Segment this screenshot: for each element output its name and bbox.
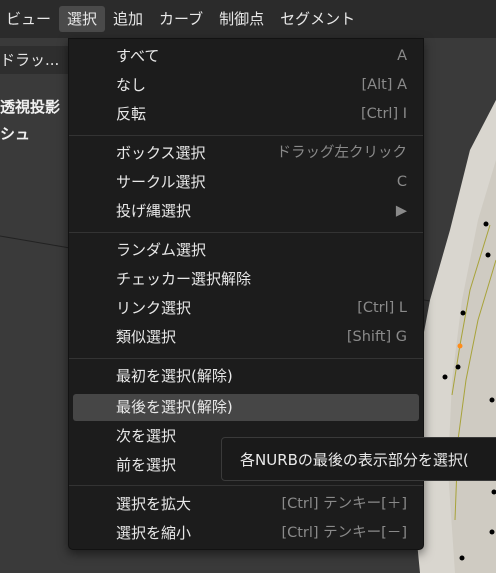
menu-item-label: 前を選択 xyxy=(116,456,177,474)
menu-item-shortcut: [Ctrl] I xyxy=(361,106,407,122)
menu-item-select-last[interactable]: 最後を選択(解除) xyxy=(73,394,419,421)
menu-item-random-select[interactable]: ランダム選択 xyxy=(73,237,419,264)
control-point xyxy=(455,364,461,370)
menu-item-label: 投げ縄選択 xyxy=(116,202,192,220)
menu-item-label: すべて xyxy=(116,47,160,65)
menu-item-invert[interactable]: 反転 [Ctrl] I xyxy=(73,101,419,128)
menu-item-label: 次を選択 xyxy=(116,427,177,445)
menu-item-shortcut: C xyxy=(396,174,407,190)
menu-item-label: ランダム選択 xyxy=(116,241,207,259)
submenu-arrow-icon: ▶ xyxy=(395,203,407,219)
menu-item-select-linked[interactable]: リンク選択 [Ctrl] L xyxy=(73,295,419,322)
menu-item-label: 最後を選択(解除) xyxy=(116,398,233,416)
menu-item-label: なし xyxy=(116,76,147,94)
menu-item-label: 最初を選択(解除) xyxy=(116,367,233,385)
menu-item-label: チェッカー選択解除 xyxy=(116,270,252,288)
menu-item-shortcut: [Ctrl] テンキー[－] xyxy=(281,525,407,541)
viewport-object-label: シュ xyxy=(0,125,31,143)
viewport-perspective-label: 透視投影 xyxy=(0,98,61,116)
control-point xyxy=(483,221,489,227)
menu-item-label: 選択を拡大 xyxy=(116,495,192,513)
menu-control-points[interactable]: 制御点 xyxy=(211,6,272,32)
drag-tool-dropdown[interactable]: ドラッ... xyxy=(0,46,70,74)
menu-item-shortcut: ドラッグ左クリック xyxy=(276,145,408,161)
menu-add[interactable]: 追加 xyxy=(105,6,151,32)
menu-view[interactable]: ビュー xyxy=(0,6,59,32)
header-menubar: ビュー 選択 追加 カーブ 制御点 セグメント xyxy=(0,0,496,38)
control-point xyxy=(460,310,466,316)
menu-item-select-less[interactable]: 選択を縮小 [Ctrl] テンキー[－] xyxy=(73,520,419,547)
menu-separator xyxy=(69,485,423,486)
menu-item-label: サークル選択 xyxy=(116,173,206,191)
menu-item-box-select[interactable]: ボックス選択 ドラッグ左クリック xyxy=(73,140,419,167)
control-point xyxy=(489,529,495,535)
control-point xyxy=(459,555,465,561)
tooltip: 各NURBの最後の表示部分を選択( xyxy=(221,437,496,481)
menu-item-shortcut: [Ctrl] L xyxy=(357,300,407,316)
menu-item-select-all[interactable]: すべて A xyxy=(73,43,419,70)
menu-item-label: ボックス選択 xyxy=(116,144,206,162)
menu-item-shortcut: A xyxy=(397,48,407,64)
menu-item-label: 選択を縮小 xyxy=(116,524,192,542)
menu-item-circle-select[interactable]: サークル選択 C xyxy=(73,169,419,196)
menu-item-select-similar[interactable]: 類似選択 [Shift] G xyxy=(73,324,419,351)
menu-item-label: リンク選択 xyxy=(116,299,192,317)
menu-item-shortcut: [Shift] G xyxy=(346,329,407,345)
menu-separator xyxy=(69,358,423,359)
menu-separator xyxy=(69,232,423,233)
menu-item-select-none[interactable]: なし [Alt] A xyxy=(73,72,419,99)
menu-item-label: 類似選択 xyxy=(116,328,177,346)
selected-control-point xyxy=(457,343,463,349)
menu-item-shortcut: [Alt] A xyxy=(361,77,407,93)
menu-separator xyxy=(69,135,423,136)
menu-item-select-more[interactable]: 選択を拡大 [Ctrl] テンキー[＋] xyxy=(73,491,419,518)
menu-item-select-first[interactable]: 最初を選択(解除) xyxy=(73,363,419,390)
menu-item-checker-deselect[interactable]: チェッカー選択解除 xyxy=(73,266,419,293)
menu-item-lasso-select[interactable]: 投げ縄選択 ▶ xyxy=(73,198,419,225)
control-point xyxy=(442,374,448,380)
menu-select[interactable]: 選択 xyxy=(59,6,106,32)
menu-item-label: 反転 xyxy=(116,105,147,123)
menu-segments[interactable]: セグメント xyxy=(272,6,363,32)
control-point xyxy=(485,252,491,258)
menu-item-shortcut: [Ctrl] テンキー[＋] xyxy=(281,496,407,512)
menu-curve[interactable]: カーブ xyxy=(151,6,211,32)
control-point xyxy=(489,397,495,403)
